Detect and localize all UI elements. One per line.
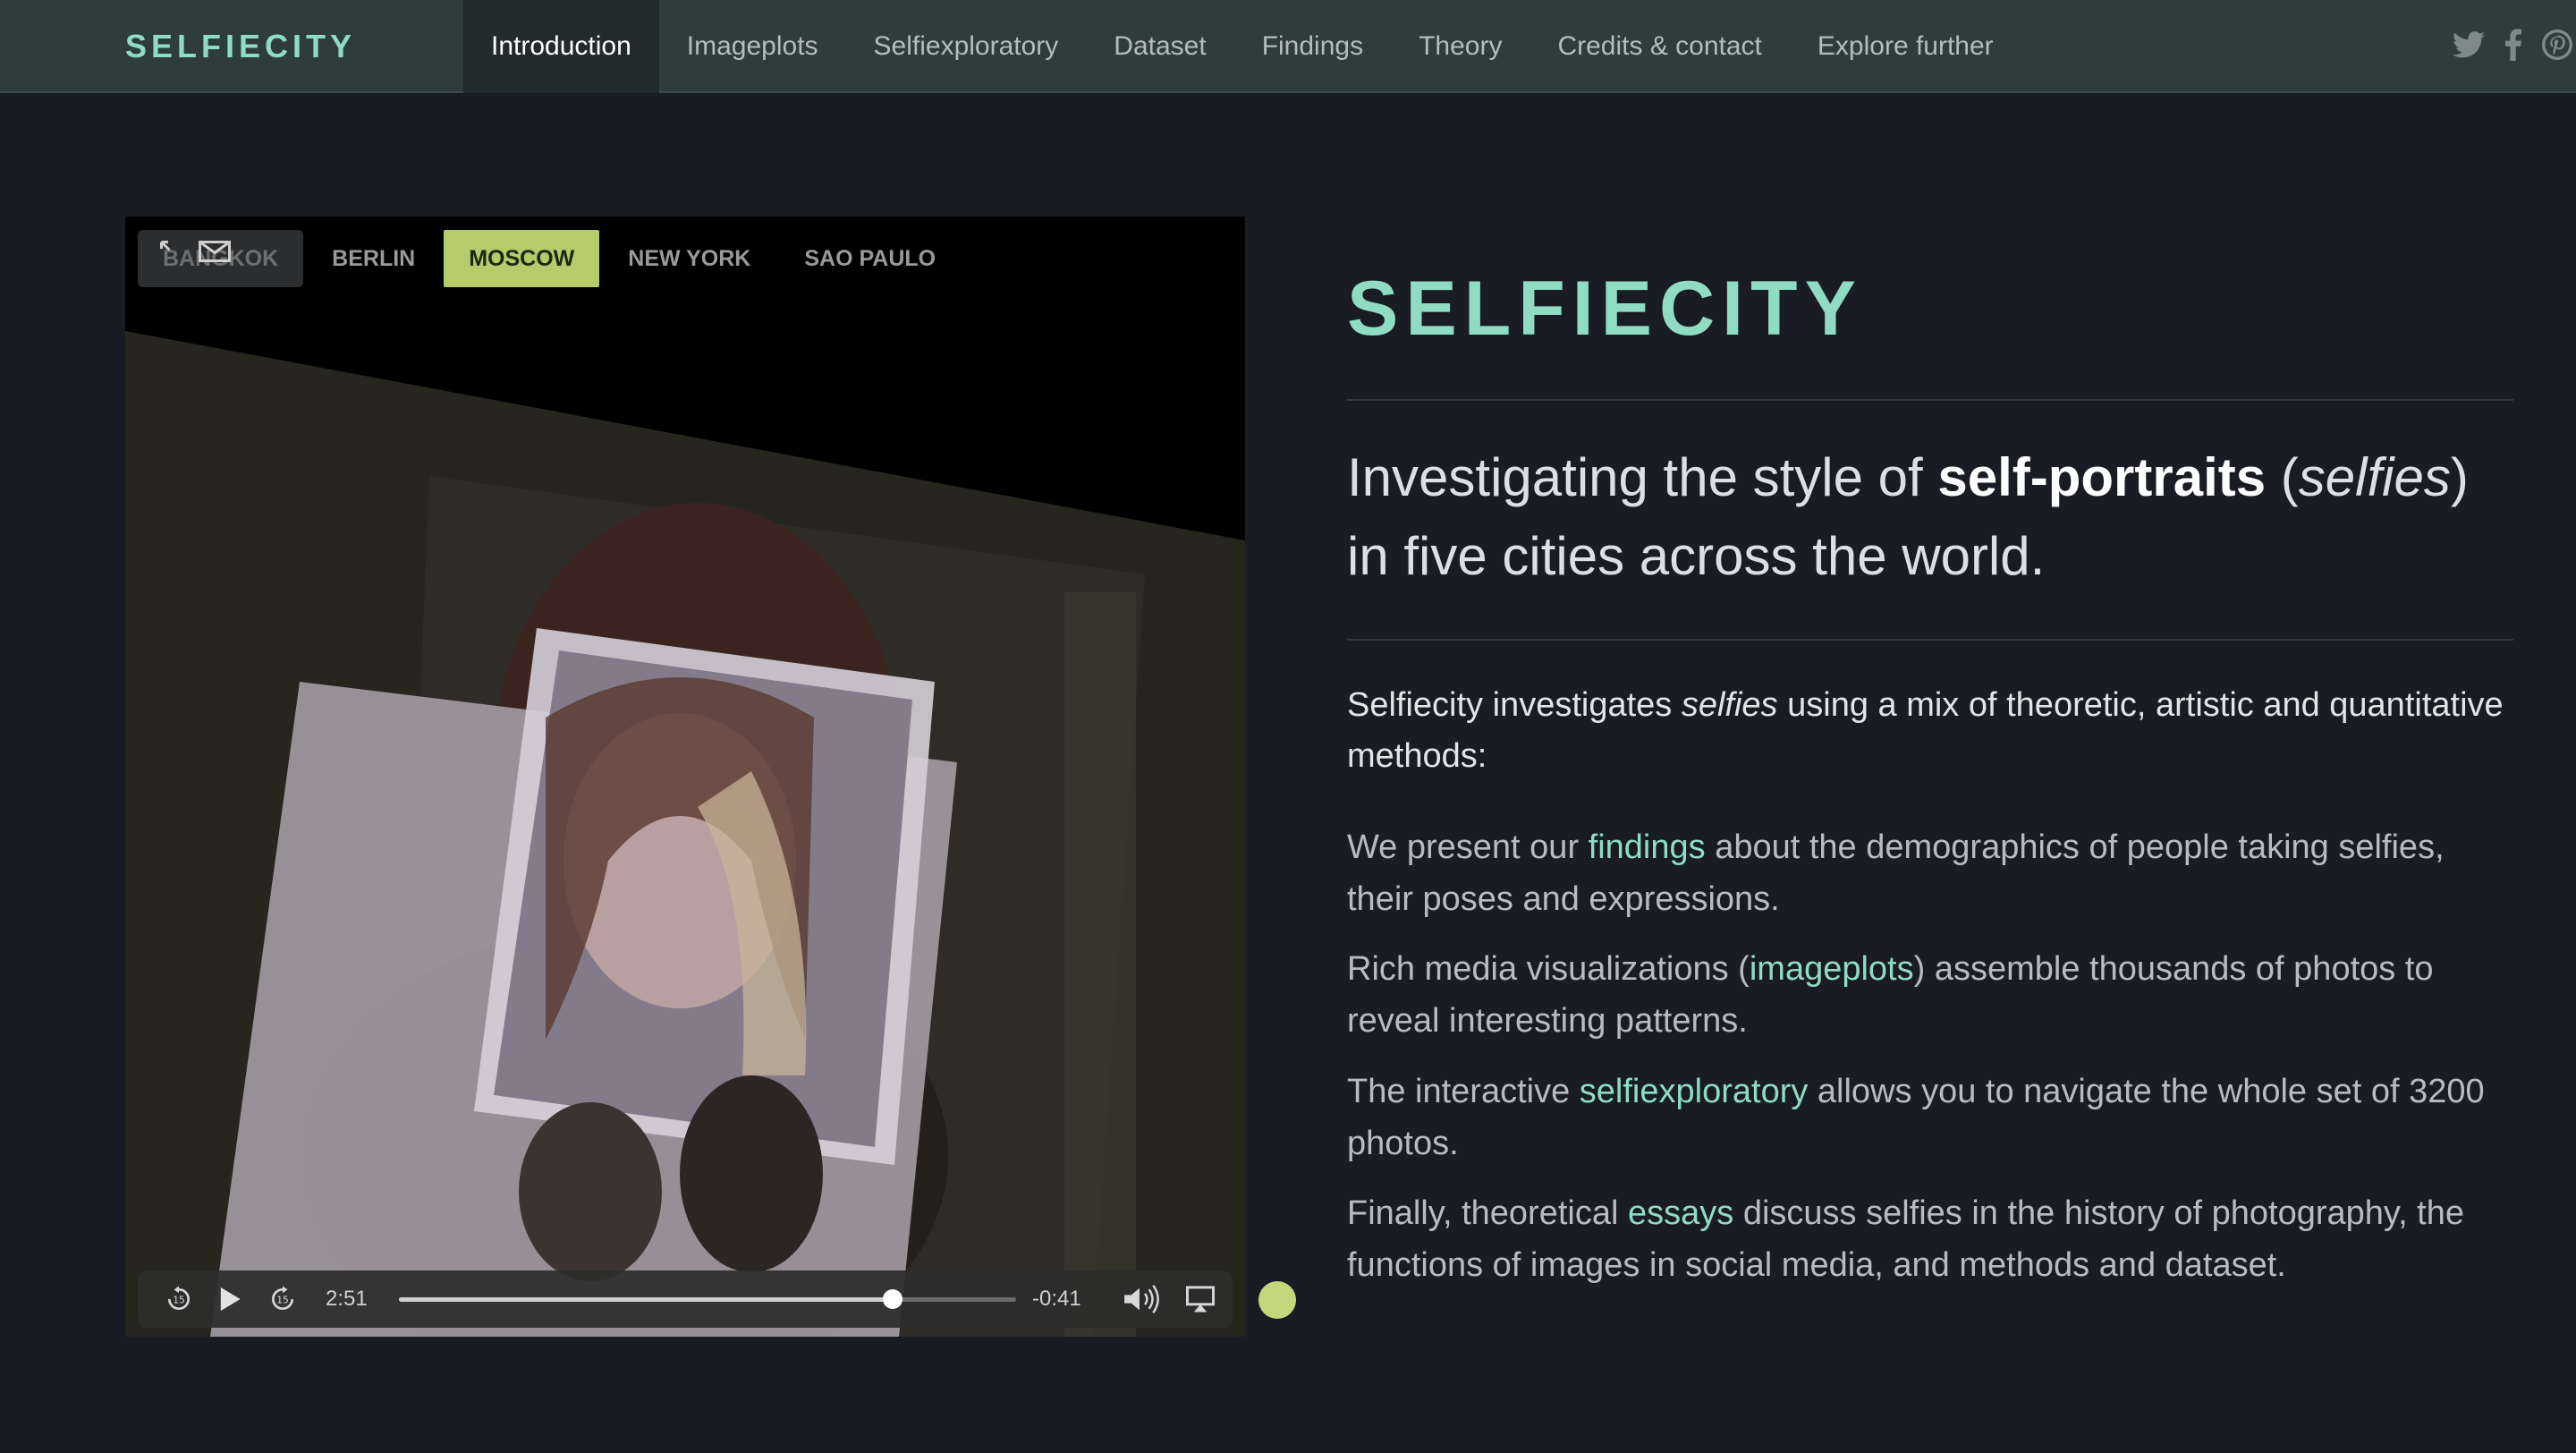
nav-item-credits[interactable]: Credits & contact (1530, 0, 1789, 93)
selfiexploratory-link[interactable]: selfiexploratory (1580, 1073, 1809, 1110)
fullscreen-exit-icon[interactable] (157, 238, 184, 269)
top-nav: SELFIECITY Introduction Imageplots Selfi… (0, 0, 2576, 93)
lead-text: Investigating the style of self-portrait… (1347, 438, 2513, 596)
facebook-icon[interactable] (2504, 28, 2522, 65)
svg-text:15: 15 (276, 1295, 289, 1306)
findings-link[interactable]: findings (1589, 828, 1706, 866)
nav-item-findings[interactable]: Findings (1234, 0, 1391, 93)
city-selector: BANGKOK BERLIN MOSCOW NEW YORK SAO PAULO (138, 229, 961, 288)
elapsed-time: 2:51 (326, 1287, 368, 1311)
seek-bar[interactable] (399, 1289, 1016, 1309)
divider (1347, 639, 2513, 641)
volume-icon[interactable] (1122, 1284, 1163, 1314)
forward-15-icon[interactable]: 15 (268, 1285, 297, 1313)
playback-controls: 15 15 2:51 -0:41 (138, 1270, 1233, 1328)
findings-paragraph: We present our findings about the demogr… (1347, 821, 2513, 925)
lead-post: in five cities across the world. (1347, 526, 2046, 586)
lead-bold: self-portraits (1937, 447, 2267, 507)
lead-mid1: ( (2266, 447, 2299, 507)
brand-logo[interactable]: SELFIECITY (125, 0, 356, 93)
para-text: Rich media visualizations ( (1347, 950, 1750, 988)
nav-item-imageplots[interactable]: Imageplots (659, 0, 846, 93)
city-tab-moscow[interactable]: MOSCOW (444, 230, 600, 287)
main-menu: Introduction Imageplots Selfiexploratory… (463, 0, 2021, 93)
nav-item-explore[interactable]: Explore further (1790, 0, 2021, 93)
lead-pre: Investigating the style of (1347, 447, 1938, 507)
rewind-15-icon[interactable]: 15 (165, 1285, 193, 1313)
lead-mid2: ) (2450, 447, 2469, 507)
lead-italic: selfies (2298, 447, 2451, 507)
nav-item-dataset[interactable]: Dataset (1086, 0, 1233, 93)
city-tab-sao-paulo[interactable]: SAO PAULO (779, 230, 961, 287)
twitter-icon[interactable] (2453, 30, 2485, 63)
para-text: The interactive (1347, 1073, 1580, 1110)
divider (1347, 399, 2513, 401)
para-text: Finally, theoretical (1347, 1194, 1628, 1232)
imageplots-paragraph: Rich media visualizations (imageplots) a… (1347, 943, 2513, 1047)
seek-progress (399, 1297, 893, 1302)
para-text: We present our (1347, 828, 1589, 866)
selfie-video-frame (125, 331, 1245, 1337)
airplay-icon[interactable] (1184, 1285, 1216, 1313)
city-tab-berlin[interactable]: BERLIN (307, 230, 440, 287)
intro-italic: selfies (1681, 686, 1778, 724)
essays-link[interactable]: essays (1628, 1194, 1733, 1232)
seek-handle[interactable] (883, 1289, 902, 1309)
imageplots-link[interactable]: imageplots (1750, 950, 1914, 988)
essays-paragraph: Finally, theoretical essays discuss self… (1347, 1187, 2513, 1291)
nav-item-selfiexploratory[interactable]: Selfiexploratory (846, 0, 1087, 93)
selfiexploratory-paragraph: The interactive selfiexploratory allows … (1347, 1066, 2513, 1169)
mail-icon[interactable] (197, 238, 233, 269)
play-icon[interactable] (216, 1285, 243, 1313)
video-player[interactable]: BANGKOK BERLIN MOSCOW NEW YORK SAO PAULO… (125, 217, 1245, 1337)
hero-section: SELFIECITY (1347, 259, 2513, 358)
remaining-time: -0:41 (1032, 1287, 1081, 1311)
intro-text: Selfiecity investigates selfies using a … (1347, 680, 2513, 782)
svg-text:15: 15 (173, 1295, 185, 1306)
pinterest-icon[interactable] (2542, 29, 2572, 65)
nav-item-theory[interactable]: Theory (1391, 0, 1530, 93)
nav-item-introduction[interactable]: Introduction (463, 0, 659, 93)
video-overlay-controls (157, 238, 233, 269)
status-dot[interactable] (1258, 1281, 1296, 1319)
page-title: SELFIECITY (1347, 266, 1863, 352)
intro-pre: Selfiecity investigates (1347, 686, 1682, 724)
social-links (2453, 0, 2576, 93)
city-tab-new-york[interactable]: NEW YORK (603, 230, 775, 287)
